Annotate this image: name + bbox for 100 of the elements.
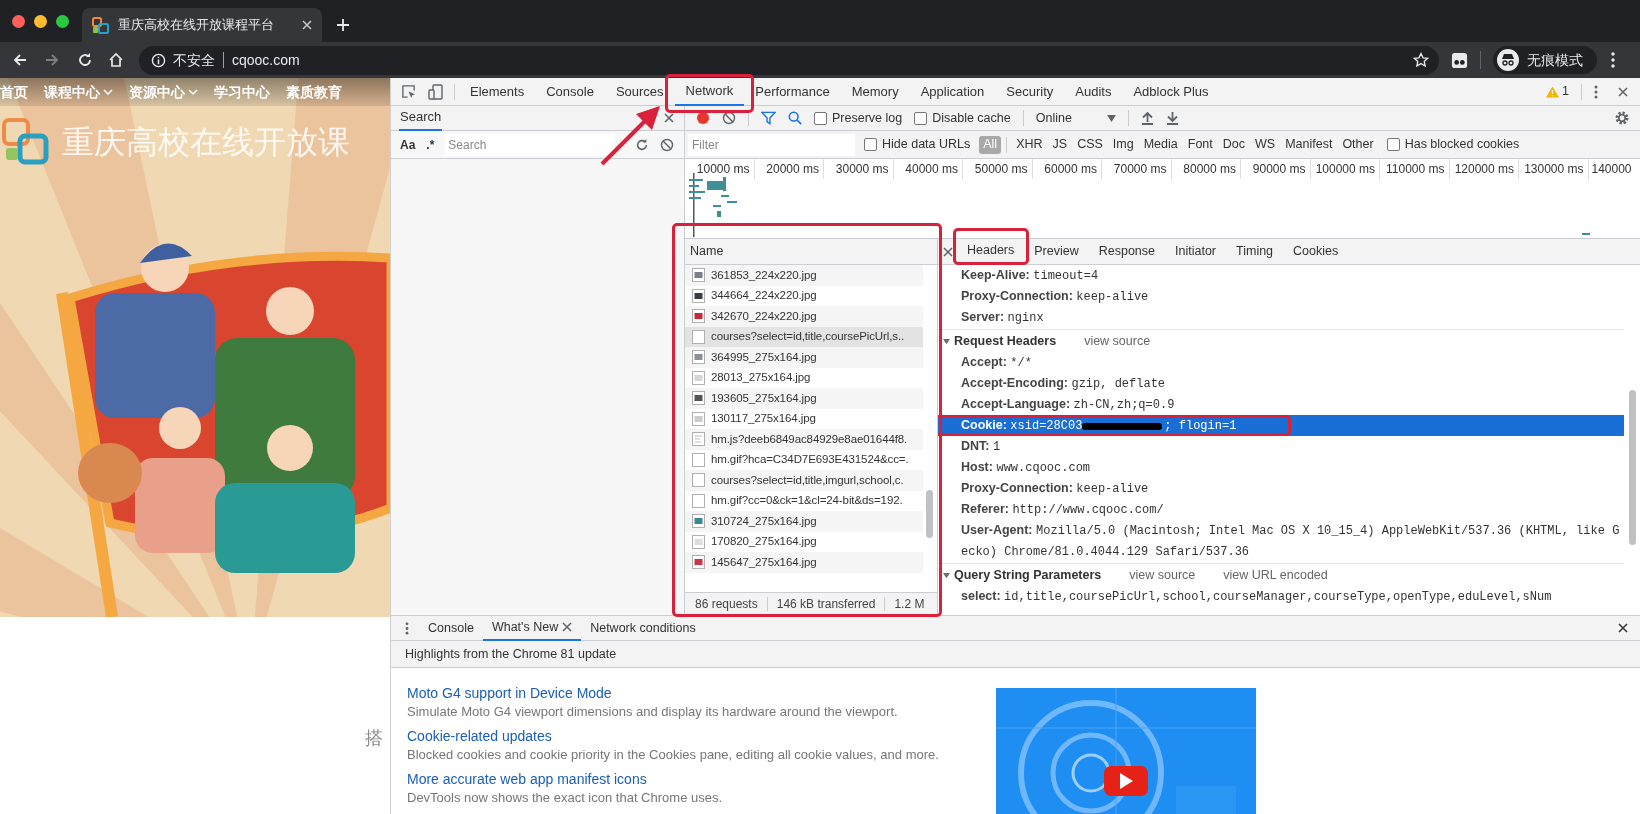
- type-filter[interactable]: Img: [1108, 135, 1138, 154]
- feature-link[interactable]: More accurate web app manifest icons: [407, 769, 996, 789]
- download-icon[interactable]: [1165, 111, 1179, 125]
- clear-icon[interactable]: [722, 111, 736, 125]
- address-bar[interactable]: 不安全 cqooc.com: [139, 45, 1439, 75]
- type-filter[interactable]: Manifest: [1281, 135, 1337, 154]
- details-tab[interactable]: Cookies: [1283, 238, 1349, 265]
- devtools-tab[interactable]: Adblock Plus: [1122, 77, 1220, 106]
- close-drawer-icon[interactable]: [1618, 623, 1628, 633]
- blank-file-icon: [692, 452, 705, 467]
- menu-icon[interactable]: [1611, 52, 1615, 68]
- type-filter[interactable]: Other: [1338, 135, 1378, 154]
- request-row[interactable]: hm.js?deeb6849ac84929e8ae01644f8.: [685, 429, 923, 450]
- devtools-tab[interactable]: Security: [995, 77, 1065, 106]
- scrollbar-thumb[interactable]: [926, 490, 933, 538]
- warning-count: 1: [1562, 83, 1569, 101]
- request-row[interactable]: 361853_224x220.jpg: [685, 265, 923, 286]
- reload-icon[interactable]: [77, 52, 93, 68]
- drawer-tab[interactable]: Console: [419, 615, 483, 641]
- close-icon[interactable]: [1618, 86, 1628, 97]
- drawer-tab[interactable]: Network conditions: [581, 615, 705, 641]
- blank-file-icon: [692, 473, 705, 488]
- request-row[interactable]: courses?select=id,title,imgurl,school,c.: [685, 470, 923, 491]
- upload-icon[interactable]: [1140, 111, 1154, 125]
- close-window-button[interactable]: [12, 14, 25, 28]
- devtools-tab[interactable]: Memory: [840, 77, 910, 106]
- summary-text: 1.2 M: [894, 596, 925, 613]
- blank-file-icon: [692, 329, 705, 344]
- view-source-link[interactable]: view source: [1129, 565, 1196, 585]
- back-icon[interactable]: [12, 52, 28, 68]
- request-row[interactable]: 364995_275x164.jpg: [685, 347, 923, 368]
- throttling-select[interactable]: Online: [1035, 108, 1116, 128]
- disclosure-icon[interactable]: [943, 571, 950, 579]
- devtools-tab[interactable]: Application: [909, 77, 996, 106]
- close-search-icon[interactable]: [664, 113, 674, 123]
- details-tab[interactable]: Response: [1088, 238, 1165, 265]
- filter-icon[interactable]: [761, 111, 776, 125]
- checkbox[interactable]: [1386, 138, 1400, 151]
- search-tab[interactable]: Search: [399, 105, 443, 131]
- site-logo-icon: [92, 16, 109, 34]
- goggles-icon[interactable]: [1451, 51, 1468, 69]
- type-filter[interactable]: Doc: [1218, 135, 1249, 154]
- checkbox[interactable]: [914, 111, 928, 125]
- clear-icon[interactable]: [660, 137, 674, 152]
- type-filter[interactable]: CSS: [1073, 135, 1107, 154]
- forward-icon[interactable]: [44, 52, 60, 68]
- checkbox-label: Hide data URLs: [882, 136, 971, 154]
- disclosure-icon[interactable]: [943, 337, 950, 345]
- search-field[interactable]: Search: [445, 133, 616, 156]
- section-title[interactable]: Query String Parameters: [954, 565, 1102, 585]
- section-title[interactable]: Request Headers: [954, 331, 1057, 351]
- feature-link[interactable]: Cookie-related updates: [407, 726, 996, 746]
- browser-tab[interactable]: 重庆高校在线开放课程平台: [82, 8, 322, 42]
- bookmark-star-icon[interactable]: [1413, 52, 1429, 68]
- column-header[interactable]: Name: [690, 242, 724, 261]
- settings-icon[interactable]: [1614, 110, 1630, 126]
- type-filter[interactable]: Font: [1183, 135, 1217, 154]
- more-icon[interactable]: [405, 621, 409, 635]
- refresh-icon[interactable]: [635, 137, 649, 152]
- request-row[interactable]: 193605_275x164.jpg: [685, 388, 923, 409]
- inspect-icon[interactable]: [401, 84, 416, 99]
- minimize-window-button[interactable]: [34, 14, 47, 28]
- request-row[interactable]: 310724_275x164.jpg: [685, 511, 923, 532]
- view-source-link[interactable]: view source: [1084, 331, 1151, 351]
- regex-toggle[interactable]: .*: [426, 135, 435, 154]
- request-row[interactable]: 145647_275x164.jpg: [685, 552, 923, 573]
- type-filter[interactable]: WS: [1251, 135, 1280, 154]
- profile-button[interactable]: 无痕模式: [1493, 46, 1597, 74]
- record-button[interactable]: [696, 111, 710, 125]
- devtools-tab[interactable]: Elements: [459, 77, 536, 106]
- filter-field[interactable]: Filter: [688, 133, 855, 156]
- match-case-toggle[interactable]: Aa: [400, 135, 416, 154]
- maximize-window-button[interactable]: [56, 14, 69, 28]
- request-row[interactable]: courses?select=id,title,coursePicUrl,s..: [685, 326, 923, 347]
- close-details-icon[interactable]: [943, 246, 953, 257]
- search-icon[interactable]: [788, 111, 802, 125]
- device-toolbar-icon[interactable]: [428, 83, 444, 100]
- time-tick: 20000 ms: [766, 161, 819, 178]
- time-tick: 80000 ms: [1183, 161, 1236, 178]
- request-row[interactable]: 342670_224x220.jpg: [685, 306, 923, 327]
- type-filter[interactable]: Media: [1139, 135, 1182, 154]
- close-tab-icon[interactable]: [562, 622, 573, 632]
- devtools-tab[interactable]: Audits: [1064, 77, 1123, 106]
- summary-text: 146 kB transferred: [776, 596, 876, 613]
- details-tab[interactable]: Initiator: [1165, 238, 1226, 265]
- feature-link[interactable]: Moto G4 support in Device Mode: [407, 683, 996, 703]
- more-icon[interactable]: [1594, 84, 1598, 99]
- details-tab[interactable]: Preview: [1024, 238, 1089, 265]
- view-source-link[interactable]: view URL encoded: [1223, 565, 1328, 585]
- details-tab[interactable]: Timing: [1226, 238, 1284, 265]
- devtools-tab[interactable]: Sources: [604, 77, 675, 106]
- devtools-tab[interactable]: Performance: [744, 77, 841, 106]
- checkbox[interactable]: [814, 111, 827, 125]
- checkbox[interactable]: [864, 138, 877, 151]
- devtools-tab[interactable]: Console: [535, 77, 605, 106]
- scrollbar-thumb[interactable]: [1629, 390, 1636, 545]
- type-filter[interactable]: JS: [1048, 135, 1072, 154]
- type-filter[interactable]: XHR: [1012, 135, 1047, 154]
- home-icon[interactable]: [108, 52, 124, 68]
- new-tab-icon[interactable]: [336, 18, 350, 32]
